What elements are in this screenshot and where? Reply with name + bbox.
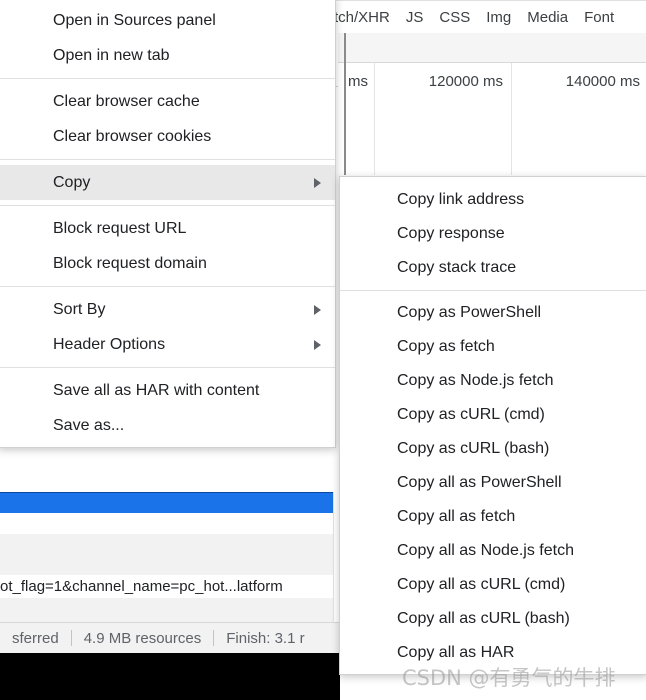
timeline-tick-140000: 140000 ms — [565, 73, 640, 90]
menu-separator — [0, 159, 335, 160]
menu-item-copy-as-curl-bash[interactable]: Copy as cURL (bash) — [340, 432, 646, 466]
menu-item-copy-all-as-nodejs-fetch[interactable]: Copy all as Node.js fetch — [340, 534, 646, 568]
menu-item-label: Copy all as cURL (bash) — [397, 610, 570, 627]
timeline-gridline — [374, 63, 375, 175]
menu-item-label: Sort By — [53, 301, 106, 318]
menu-item-label: Open in new tab — [53, 47, 170, 64]
request-list-scrollbar[interactable] — [333, 492, 337, 622]
menu-item-copy-as-fetch[interactable]: Copy as fetch — [340, 330, 646, 364]
menu-item-copy-as-nodejs-fetch[interactable]: Copy as Node.js fetch — [340, 364, 646, 398]
menu-item-open-in-new-tab[interactable]: Open in new tab — [0, 38, 335, 73]
menu-item-label: Header Options — [53, 336, 166, 353]
menu-item-open-in-sources-panel[interactable]: Open in Sources panel — [0, 3, 335, 38]
menu-item-label: Save all as HAR with content — [53, 382, 260, 399]
timeline-tick-120000: 120000 ms — [428, 73, 503, 90]
menu-item-label: Copy response — [397, 225, 505, 242]
menu-item-label: Copy as fetch — [397, 338, 495, 355]
page-bottom-strip — [0, 653, 340, 700]
menu-item-clear-browser-cache[interactable]: Clear browser cache — [0, 84, 335, 119]
menu-separator — [0, 367, 335, 368]
menu-item-copy-all-as-powershell[interactable]: Copy all as PowerShell — [340, 466, 646, 500]
overview-left-divider — [344, 33, 346, 175]
menu-item-copy-all-as-fetch[interactable]: Copy all as fetch — [340, 500, 646, 534]
menu-item-copy-all-as-curl-bash[interactable]: Copy all as cURL (bash) — [340, 602, 646, 636]
menu-item-label: Copy as cURL (cmd) — [397, 406, 545, 423]
menu-item-label: Copy as Node.js fetch — [397, 372, 554, 389]
menu-item-label: Copy all as fetch — [397, 508, 516, 525]
menu-item-label: Copy all as PowerShell — [397, 474, 562, 491]
request-url-cell[interactable]: ot_flag=1&channel_name=pc_hot...latform — [0, 575, 333, 598]
chevron-right-icon — [314, 339, 321, 350]
menu-item-label: Block request URL — [53, 220, 187, 237]
network-overview-timeline[interactable]: ms 120000 ms 140000 ms — [338, 63, 646, 175]
menu-item-label: Copy all as Node.js fetch — [397, 542, 574, 559]
network-status-bar: sferred 4.9 MB resources Finish: 3.1 r — [0, 622, 340, 653]
status-finish: Finish: 3.1 r — [226, 629, 305, 647]
filter-tab-img[interactable]: Img — [486, 9, 511, 26]
menu-item-copy-as-curl-cmd[interactable]: Copy as cURL (cmd) — [340, 398, 646, 432]
menu-item-label: Copy as PowerShell — [397, 304, 542, 321]
request-row[interactable] — [0, 534, 333, 556]
copy-submenu[interactable]: Copy link address Copy response Copy sta… — [339, 176, 646, 675]
menu-item-label: Copy all as cURL (cmd) — [397, 576, 566, 593]
menu-item-save-all-as-har-with-content[interactable]: Save all as HAR with content — [0, 373, 335, 408]
chevron-right-icon — [314, 304, 321, 315]
menu-item-block-request-domain[interactable]: Block request domain — [0, 246, 335, 281]
menu-item-label: Open in Sources panel — [53, 12, 216, 29]
menu-separator — [340, 290, 646, 291]
filter-tab-js[interactable]: JS — [406, 9, 424, 26]
context-menu[interactable]: Open in Sources panel Open in new tab Cl… — [0, 0, 336, 448]
status-transferred: sferred — [12, 629, 59, 647]
menu-item-label: Clear browser cookies — [53, 128, 212, 145]
menu-separator — [0, 78, 335, 79]
request-row[interactable] — [0, 513, 333, 535]
filter-tab-font[interactable]: Font — [584, 9, 614, 26]
network-toolbar-band — [338, 33, 646, 63]
status-resources: 4.9 MB resources — [83, 629, 202, 647]
filter-tab-css[interactable]: CSS — [439, 9, 470, 26]
menu-item-label: Copy all as HAR — [397, 644, 515, 661]
menu-item-sort-by[interactable]: Sort By — [0, 292, 335, 327]
menu-item-save-as[interactable]: Save as... — [0, 408, 335, 443]
menu-item-label: Copy link address — [397, 191, 525, 208]
request-row[interactable] — [0, 555, 333, 576]
menu-item-copy-all-as-curl-cmd[interactable]: Copy all as cURL (cmd) — [340, 568, 646, 602]
menu-item-label: Copy stack trace — [397, 259, 517, 276]
menu-item-copy[interactable]: Copy — [0, 165, 335, 200]
menu-item-label: Copy as cURL (bash) — [397, 440, 550, 457]
menu-separator — [0, 286, 335, 287]
menu-item-label: Block request domain — [53, 255, 207, 272]
filter-tab-media[interactable]: Media — [527, 9, 568, 26]
menu-item-copy-all-as-har[interactable]: Copy all as HAR — [340, 636, 646, 670]
menu-item-copy-response[interactable]: Copy response — [340, 217, 646, 251]
menu-item-block-request-url[interactable]: Block request URL — [0, 211, 335, 246]
menu-item-copy-link-address[interactable]: Copy link address — [340, 183, 646, 217]
menu-item-label: Save as... — [53, 417, 125, 434]
request-row[interactable] — [0, 598, 333, 623]
menu-item-clear-browser-cookies[interactable]: Clear browser cookies — [0, 119, 335, 154]
menu-item-label: Copy — [53, 174, 91, 191]
filter-tab-fetch-xhr[interactable]: tch/XHR — [334, 9, 390, 26]
menu-item-copy-stack-trace[interactable]: Copy stack trace — [340, 251, 646, 285]
menu-separator — [0, 205, 335, 206]
chevron-right-icon — [314, 177, 321, 188]
menu-item-label: Clear browser cache — [53, 93, 200, 110]
timeline-gridline — [511, 63, 512, 175]
menu-item-header-options[interactable]: Header Options — [0, 327, 335, 362]
menu-item-copy-as-powershell[interactable]: Copy as PowerShell — [340, 296, 646, 330]
request-row-selected[interactable] — [0, 492, 333, 514]
